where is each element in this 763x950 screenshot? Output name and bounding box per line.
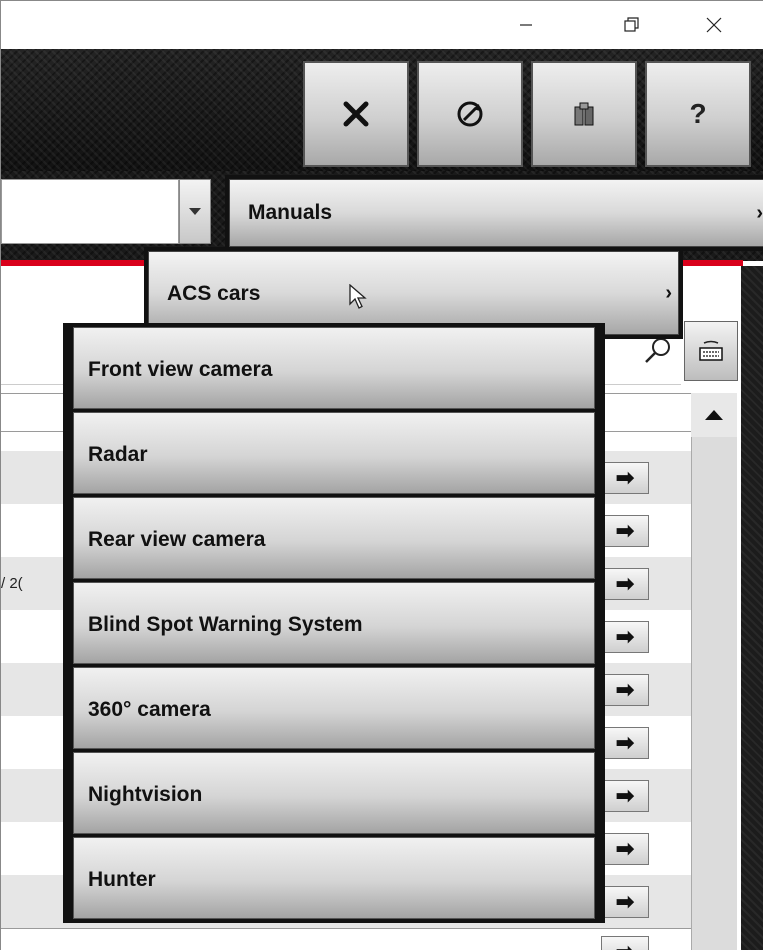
menu-item-label: Blind Spot Warning System <box>88 613 363 636</box>
close-button[interactable] <box>686 1 742 49</box>
submenu-acs-cars: Front view camera Radar Rear view camera… <box>63 323 605 923</box>
arrow-right-icon: ➡ <box>616 941 634 950</box>
title-bar <box>1 1 763 49</box>
chevron-right-icon: › <box>665 282 672 304</box>
menu-item-manuals[interactable]: Manuals › <box>229 179 763 247</box>
sync-icon <box>457 101 483 127</box>
menu-item-360-camera[interactable]: 360° camera <box>73 667 595 749</box>
row-arrow-button[interactable]: ➡ <box>601 674 649 706</box>
keyboard-button[interactable] <box>684 321 738 381</box>
triangle-up-icon <box>705 410 723 420</box>
arrow-right-icon: ➡ <box>615 730 635 755</box>
gifts-button[interactable] <box>531 61 637 167</box>
chevron-right-icon: › <box>756 201 763 224</box>
row-arrow-button[interactable]: ➡ <box>601 568 649 600</box>
arrow-right-icon: ➡ <box>615 889 635 914</box>
row-arrow-button[interactable]: ➡ <box>601 936 649 950</box>
help-button[interactable]: ? <box>645 61 751 167</box>
mouse-cursor-icon <box>349 284 367 309</box>
menu-item-label: Front view camera <box>88 358 273 381</box>
menu-item-label: Rear view camera <box>88 528 266 551</box>
menu-item-rear-view-camera[interactable]: Rear view camera <box>73 497 595 579</box>
list-item-text: / 2( <box>1 575 23 592</box>
menu-item-hunter[interactable]: Hunter <box>73 837 595 919</box>
row-arrow-button[interactable]: ➡ <box>601 727 649 759</box>
arrow-right-icon: ➡ <box>615 518 635 543</box>
row-arrow-button[interactable]: ➡ <box>601 515 649 547</box>
row-arrow-button[interactable]: ➡ <box>601 886 649 918</box>
help-label: ? <box>689 98 707 129</box>
sync-button[interactable] <box>417 61 523 167</box>
scroll-up-button[interactable] <box>691 393 737 437</box>
close-icon <box>706 17 722 33</box>
menu-item-label: Manuals <box>248 201 333 224</box>
arrow-right-icon: ➡ <box>615 571 635 596</box>
row-arrow-button[interactable]: ➡ <box>601 462 649 494</box>
row-arrow-button[interactable]: ➡ <box>601 621 649 653</box>
chevron-down-icon <box>189 208 201 215</box>
menu-item-radar[interactable]: Radar <box>73 412 595 494</box>
restore-button[interactable] <box>604 1 660 49</box>
menu-item-label: Radar <box>88 443 148 466</box>
arrow-right-icon: ➡ <box>615 677 635 702</box>
tools-button[interactable] <box>303 61 409 167</box>
search-icon[interactable] <box>641 334 675 368</box>
vehicle-select[interactable] <box>1 179 179 244</box>
wrench-screwdriver-icon <box>343 101 369 127</box>
select-dropdown-button[interactable] <box>179 179 211 244</box>
scrollbar[interactable] <box>691 393 737 950</box>
minimize-button[interactable] <box>498 1 554 49</box>
arrow-right-icon: ➡ <box>615 624 635 649</box>
row-arrow-button[interactable]: ➡ <box>601 833 649 865</box>
side-strip <box>741 266 763 950</box>
restore-icon <box>624 17 639 32</box>
minimize-icon <box>520 24 532 26</box>
row-arrow-button[interactable]: ➡ <box>601 780 649 812</box>
menu-item-nightvision[interactable]: Nightvision <box>73 752 595 834</box>
menu-item-front-view-camera[interactable]: Front view camera <box>73 327 595 409</box>
menu-item-label: Hunter <box>88 868 156 891</box>
divider <box>1 928 691 929</box>
keyboard-icon <box>699 340 723 361</box>
arrow-right-icon: ➡ <box>615 465 635 490</box>
arrow-right-icon: ➡ <box>615 783 635 808</box>
menu-item-blind-spot-warning[interactable]: Blind Spot Warning System <box>73 582 595 664</box>
menu-item-label: 360° camera <box>88 698 211 721</box>
app-window: ? / 2( ➡ ➡ ➡ ➡ ➡ ➡ ➡ ➡ ➡ ➡ <box>0 0 763 950</box>
menu-item-label: Nightvision <box>88 783 203 806</box>
menu-item-label: ACS cars <box>167 282 261 305</box>
arrow-right-icon: ➡ <box>615 836 635 861</box>
gifts-icon <box>574 102 594 126</box>
